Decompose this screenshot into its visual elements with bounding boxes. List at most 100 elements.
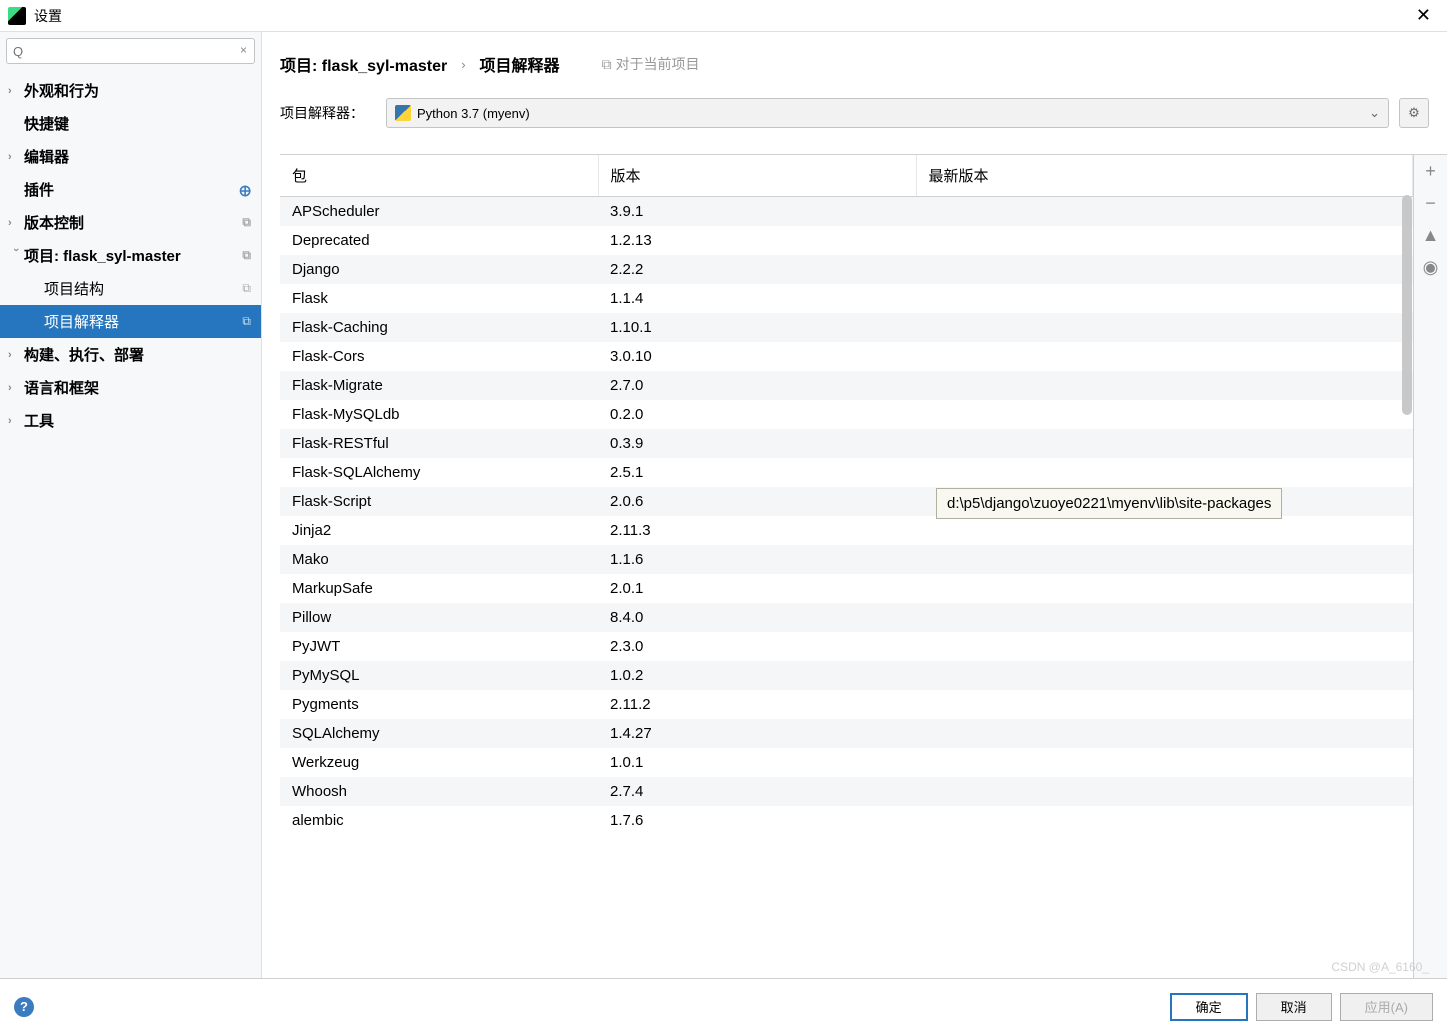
sidebar-item-1[interactable]: 快捷键 bbox=[0, 107, 261, 140]
clear-icon[interactable]: × bbox=[240, 43, 247, 57]
pkg-name: Flask-Caching bbox=[280, 313, 598, 342]
pkg-name: Flask bbox=[280, 284, 598, 313]
search-input[interactable] bbox=[6, 38, 255, 64]
table-row[interactable]: Flask-SQLAlchemy2.5.1 bbox=[280, 458, 1413, 487]
pkg-latest bbox=[916, 632, 1413, 661]
apply-button: 应用(A) bbox=[1340, 993, 1433, 1021]
remove-package-button[interactable]: − bbox=[1414, 187, 1447, 219]
scrollbar-thumb[interactable] bbox=[1402, 195, 1412, 415]
col-header-name[interactable]: 包 bbox=[280, 155, 598, 197]
pkg-name: Flask-MySQLdb bbox=[280, 400, 598, 429]
sidebar-item-7[interactable]: 项目解释器⧉ bbox=[0, 305, 261, 338]
python-icon bbox=[395, 105, 411, 121]
interpreter-label: 项目解释器： bbox=[280, 103, 376, 123]
table-row[interactable]: SQLAlchemy1.4.27 bbox=[280, 719, 1413, 748]
table-row[interactable]: Flask-MySQLdb0.2.0 bbox=[280, 400, 1413, 429]
copy-icon: ⧉ bbox=[602, 56, 612, 73]
pkg-version: 1.7.6 bbox=[598, 806, 916, 835]
pkg-version: 1.0.1 bbox=[598, 748, 916, 777]
pkg-name: Whoosh bbox=[280, 777, 598, 806]
watermark: CSDN @A_6160_ bbox=[1331, 960, 1429, 974]
sidebar: × ›外观和行为快捷键›编辑器插件🜨›版本控制⧉›项目: flask_syl-m… bbox=[0, 32, 262, 978]
sidebar-item-3[interactable]: 插件🜨 bbox=[0, 173, 261, 206]
titlebar: 设置 ✕ bbox=[0, 0, 1447, 32]
interpreter-settings-button[interactable]: ⚙ bbox=[1399, 98, 1429, 128]
pkg-version: 1.4.27 bbox=[598, 719, 916, 748]
cancel-button[interactable]: 取消 bbox=[1256, 993, 1332, 1021]
chevron-icon: › bbox=[8, 151, 24, 163]
col-header-version[interactable]: 版本 bbox=[598, 155, 916, 197]
table-row[interactable]: APScheduler3.9.1 bbox=[280, 197, 1413, 227]
copy-icon: ⧉ bbox=[242, 215, 251, 230]
table-row[interactable]: Flask-Cors3.0.10 bbox=[280, 342, 1413, 371]
help-icon[interactable]: ? bbox=[14, 997, 34, 1017]
table-row[interactable]: Flask1.1.4 bbox=[280, 284, 1413, 313]
scope-hint: ⧉ 对于当前项目 bbox=[602, 54, 700, 74]
sidebar-item-10[interactable]: ›工具 bbox=[0, 404, 261, 437]
table-row[interactable]: MarkupSafe2.0.1 bbox=[280, 574, 1413, 603]
pkg-version: 1.1.4 bbox=[598, 284, 916, 313]
sidebar-item-2[interactable]: ›编辑器 bbox=[0, 140, 261, 173]
chevron-icon: › bbox=[8, 217, 24, 229]
pkg-latest bbox=[916, 458, 1413, 487]
pkg-latest bbox=[916, 255, 1413, 284]
breadcrumb-project[interactable]: 项目: flask_syl-master bbox=[280, 52, 447, 76]
main-panel: 项目: flask_syl-master › 项目解释器 ⧉ 对于当前项目 项目… bbox=[262, 32, 1447, 978]
table-row[interactable]: Mako1.1.6 bbox=[280, 545, 1413, 574]
pkg-latest bbox=[916, 661, 1413, 690]
pkg-name: Pygments bbox=[280, 690, 598, 719]
table-row[interactable]: PyJWT2.3.0 bbox=[280, 632, 1413, 661]
path-tooltip: d:\p5\django\zuoye0221\myenv\lib\site-pa… bbox=[936, 488, 1282, 519]
pkg-version: 3.0.10 bbox=[598, 342, 916, 371]
sidebar-item-8[interactable]: ›构建、执行、部署 bbox=[0, 338, 261, 371]
upgrade-package-button[interactable]: ▲ bbox=[1414, 219, 1447, 251]
pkg-version: 2.7.0 bbox=[598, 371, 916, 400]
pkg-name: Flask-SQLAlchemy bbox=[280, 458, 598, 487]
pkg-name: PyMySQL bbox=[280, 661, 598, 690]
window-title: 设置 bbox=[34, 6, 1408, 26]
table-row[interactable]: Whoosh2.7.4 bbox=[280, 777, 1413, 806]
table-row[interactable]: alembic1.7.6 bbox=[280, 806, 1413, 835]
copy-icon: ⧉ bbox=[242, 314, 251, 329]
table-row[interactable]: Jinja22.11.3 bbox=[280, 516, 1413, 545]
pkg-name: Werkzeug bbox=[280, 748, 598, 777]
ok-button[interactable]: 确定 bbox=[1170, 993, 1248, 1021]
pkg-name: Jinja2 bbox=[280, 516, 598, 545]
add-package-button[interactable]: + bbox=[1414, 155, 1447, 187]
scrollbar[interactable] bbox=[1401, 195, 1413, 455]
pkg-name: Flask-Cors bbox=[280, 342, 598, 371]
table-row[interactable]: PyMySQL1.0.2 bbox=[280, 661, 1413, 690]
table-row[interactable]: Flask-Migrate2.7.0 bbox=[280, 371, 1413, 400]
table-row[interactable]: Werkzeug1.0.1 bbox=[280, 748, 1413, 777]
pkg-version: 2.7.4 bbox=[598, 777, 916, 806]
show-early-button[interactable]: ◉ bbox=[1414, 251, 1447, 283]
sidebar-item-label: 项目: flask_syl-master bbox=[24, 245, 242, 266]
table-row[interactable]: Flask-RESTful0.3.9 bbox=[280, 429, 1413, 458]
table-row[interactable]: Pygments2.11.2 bbox=[280, 690, 1413, 719]
chevron-icon: › bbox=[8, 382, 24, 394]
table-row[interactable]: Pillow8.4.0 bbox=[280, 603, 1413, 632]
interpreter-select[interactable]: Python 3.7 (myenv) ⌄ bbox=[386, 98, 1389, 128]
chevron-icon: › bbox=[8, 349, 24, 361]
sidebar-item-0[interactable]: ›外观和行为 bbox=[0, 74, 261, 107]
pkg-latest bbox=[916, 574, 1413, 603]
table-row[interactable]: Deprecated1.2.13 bbox=[280, 226, 1413, 255]
table-row[interactable]: Django2.2.2 bbox=[280, 255, 1413, 284]
sidebar-item-label: 快捷键 bbox=[24, 113, 251, 134]
pkg-version: 0.3.9 bbox=[598, 429, 916, 458]
sidebar-item-9[interactable]: ›语言和框架 bbox=[0, 371, 261, 404]
sidebar-item-6[interactable]: 项目结构⧉ bbox=[0, 272, 261, 305]
gear-icon: ⚙ bbox=[1408, 105, 1420, 121]
sidebar-item-4[interactable]: ›版本控制⧉ bbox=[0, 206, 261, 239]
pkg-latest bbox=[916, 342, 1413, 371]
close-icon[interactable]: ✕ bbox=[1408, 5, 1439, 26]
pkg-version: 8.4.0 bbox=[598, 603, 916, 632]
col-header-latest[interactable]: 最新版本 bbox=[916, 155, 1413, 197]
table-row[interactable]: Flask-Caching1.10.1 bbox=[280, 313, 1413, 342]
pkg-name: Deprecated bbox=[280, 226, 598, 255]
sidebar-item-5[interactable]: ›项目: flask_syl-master⧉ bbox=[0, 239, 261, 272]
packages-table-wrap[interactable]: 包 版本 最新版本 APScheduler3.9.1Deprecated1.2.… bbox=[280, 155, 1413, 978]
pkg-version: 2.0.6 bbox=[598, 487, 916, 516]
pkg-latest bbox=[916, 719, 1413, 748]
chevron-icon: › bbox=[8, 85, 24, 97]
